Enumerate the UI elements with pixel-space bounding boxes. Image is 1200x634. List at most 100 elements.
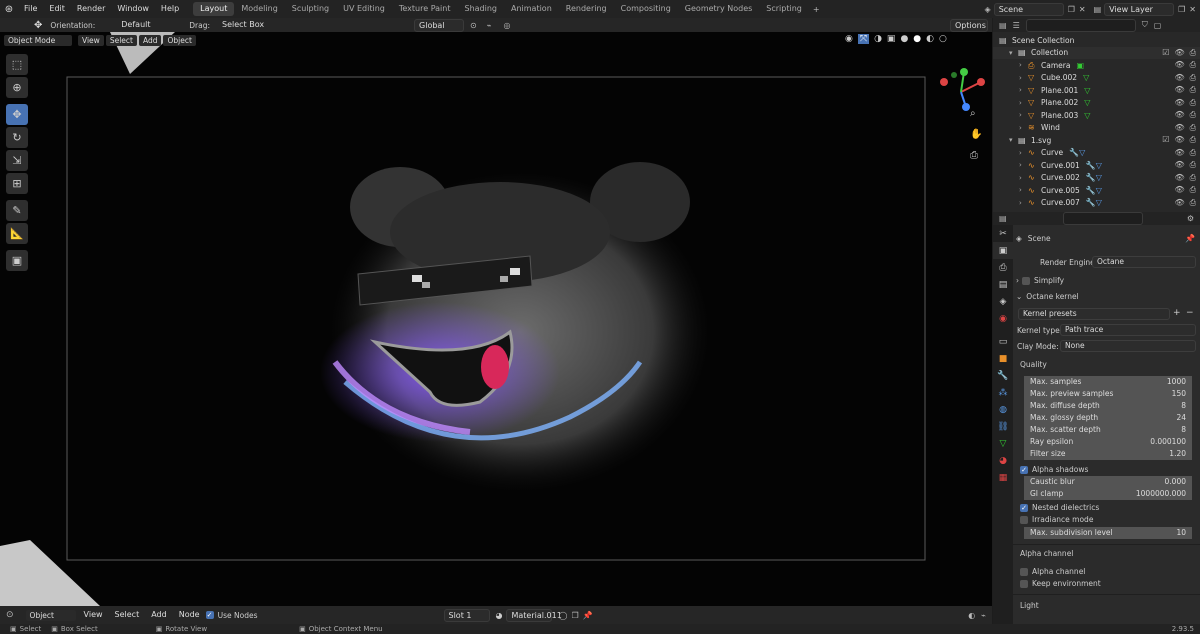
outliner-row[interactable]: › ⎙ Camera ▣ 👁 ⎙ [993,59,1200,72]
snap-icon[interactable]: ⌁ [487,21,492,30]
camera-data-icon[interactable]: ▣ [1076,61,1084,70]
slot-dropdown[interactable]: Slot 1 [443,608,490,622]
display-mode-icon[interactable]: ☰ [1013,21,1020,30]
visibility-icon[interactable]: ◉ [845,34,853,44]
scale-tool-icon[interactable]: ⇲ [6,150,28,171]
drag-dropdown[interactable]: Select Box [218,18,275,32]
render-camera-icon[interactable]: ⎙ [1190,135,1196,145]
snap-node-icon[interactable]: ⌁ [981,611,986,620]
mesh-data-icon[interactable]: ▽ [1084,98,1090,107]
menu-help[interactable]: Help [155,0,185,18]
outliner-row[interactable]: ▾ ▤ Collection ☑ 👁 ⎙ [993,46,1200,59]
outliner-row[interactable]: › ∿ Curve.002 🔧▽ 👁 ⎙ [993,172,1200,185]
view-menu[interactable]: View [78,606,109,624]
tab-scripting[interactable]: Scripting [759,2,809,16]
zoom-icon[interactable]: ⌕ [970,108,982,119]
tab-texture-paint[interactable]: Texture Paint [392,2,458,16]
keep-environment-checkbox[interactable] [1020,579,1028,588]
backdrop-icon[interactable]: ◐ [968,611,975,620]
nested-dielectrics-row[interactable]: ✓ Nested dielectrics [1020,503,1099,512]
mesh-data-icon[interactable]: ▽ [1083,73,1089,82]
constraints-tab-icon[interactable]: ⛓ [993,418,1013,435]
eye-icon[interactable]: 👁 [1174,123,1184,133]
collection-tab-icon[interactable]: ▭ [993,333,1013,350]
mesh-data-icon[interactable]: ▽ [1084,86,1090,95]
orientation-dropdown[interactable]: Default [117,18,178,32]
wireframe-shading-icon[interactable]: ● [900,34,908,44]
outliner-row[interactable]: › ∿ Curve 🔧▽ 👁 ⎙ [993,147,1200,160]
proportional-icon[interactable]: ◎ [504,21,511,30]
outliner-row[interactable]: › ▽ Plane.003 ▽ 👁 ⎙ [993,109,1200,122]
use-nodes-checkbox[interactable]: ✓ [205,611,214,619]
render-engine-dropdown[interactable]: Octane [1092,256,1196,268]
chevron-down-icon[interactable]: ▾ [1009,49,1018,57]
new-collection-icon[interactable]: ▢ [1154,21,1162,30]
property-field[interactable]: Filter size 1.20 [1024,448,1192,460]
texture-tab-icon[interactable]: ▦ [993,469,1013,486]
property-field[interactable]: Max. glossy depth 24 [1024,412,1192,424]
chevron-right-icon[interactable]: › [1019,111,1028,119]
material-tab-icon[interactable]: ◕ [993,452,1013,469]
world-tab-icon[interactable]: ◉ [993,310,1013,327]
move-tool-icon[interactable]: ✥ [34,20,42,31]
exclude-checkbox-icon[interactable]: ☑ [1162,135,1169,145]
editor-type-icon[interactable]: ⊙ [6,610,14,620]
eye-icon[interactable]: 👁 [1174,198,1184,208]
tab-sculpting[interactable]: Sculpting [285,2,336,16]
render-camera-icon[interactable]: ⎙ [1190,110,1196,120]
max-subdivision-field[interactable]: Max. subdivision level 10 [1024,527,1192,539]
node-menu[interactable]: Node [173,606,206,624]
property-field[interactable]: GI clamp 1000000.000 [1024,488,1192,500]
material-shading-icon[interactable]: ◐ [926,34,934,44]
select-box-tool-icon[interactable]: ⬚ [6,54,28,75]
overlay-icon[interactable]: ◑ [874,34,882,44]
render-camera-icon[interactable]: ⎙ [1190,160,1196,170]
copy-material-icon[interactable]: ❐ [571,611,578,620]
render-camera-icon[interactable]: ⎙ [1190,85,1196,95]
menu-edit[interactable]: Edit [43,0,71,18]
property-field[interactable]: Max. samples 1000 [1024,376,1192,388]
blender-logo-icon[interactable]: ⊛ [0,4,18,15]
tool-tab-icon[interactable]: ✂ [993,225,1013,242]
transform-tool-icon[interactable]: ⊞ [6,173,28,194]
render-tab-icon[interactable]: ▣ [993,242,1013,259]
menu-render[interactable]: Render [71,0,111,18]
simplify-panel[interactable]: › Simplify [1016,276,1064,285]
fake-user-icon[interactable]: ◯ [558,611,567,620]
tab-rendering[interactable]: Rendering [559,2,614,16]
menu-file[interactable]: File [18,0,43,18]
eye-icon[interactable]: 👁 [1174,98,1184,108]
physics-tab-icon[interactable]: ◍ [993,401,1013,418]
outliner-row[interactable]: › ∿ Curve.007 🔧▽ 👁 ⎙ [993,197,1200,210]
clay-mode-dropdown[interactable]: None [1060,340,1196,352]
alpha-channel-checkbox[interactable] [1020,567,1028,576]
chevron-right-icon[interactable]: › [1019,124,1028,132]
output-tab-icon[interactable]: ⎙ [993,259,1013,276]
render-camera-icon[interactable]: ⎙ [1190,148,1196,158]
copy-layer-icon[interactable]: ❐ [1178,5,1185,14]
eye-icon[interactable]: 👁 [1174,73,1184,83]
chevron-right-icon[interactable]: › [1019,186,1028,194]
modifier-tab-icon[interactable]: 🔧 [993,367,1013,384]
properties-search[interactable] [1062,212,1143,225]
menu-window[interactable]: Window [111,0,155,18]
filter-icon[interactable]: ⛉ [1142,20,1148,30]
object-mode-dropdown[interactable]: Object Mode [4,35,72,46]
copy-icon[interactable]: ❐ [1068,5,1075,14]
scene-selector[interactable]: Scene [993,2,1064,16]
pin-material-icon[interactable]: 📌 [583,611,593,620]
outliner-row[interactable]: › ▽ Cube.002 ▽ 👁 ⎙ [993,72,1200,85]
add-preset-icon[interactable]: + [1173,308,1181,318]
alpha-shadows-row[interactable]: ✓ Alpha shadows [1020,465,1088,474]
outliner-search[interactable] [1025,18,1136,32]
chevron-right-icon[interactable]: › [1019,61,1028,69]
eye-icon[interactable]: 👁 [1174,60,1184,70]
eye-icon[interactable]: 👁 [1174,110,1184,120]
editor-type-icon[interactable]: ▤ [999,21,1007,30]
keep-environment-row[interactable]: Keep environment [1020,579,1101,588]
property-field[interactable]: Max. diffuse depth 8 [1024,400,1192,412]
eye-icon[interactable]: 👁 [1174,185,1184,195]
render-camera-icon[interactable]: ⎙ [1190,48,1196,58]
camera-view-icon[interactable]: ⎙ [970,150,982,161]
tab-modeling[interactable]: Modeling [234,2,284,16]
